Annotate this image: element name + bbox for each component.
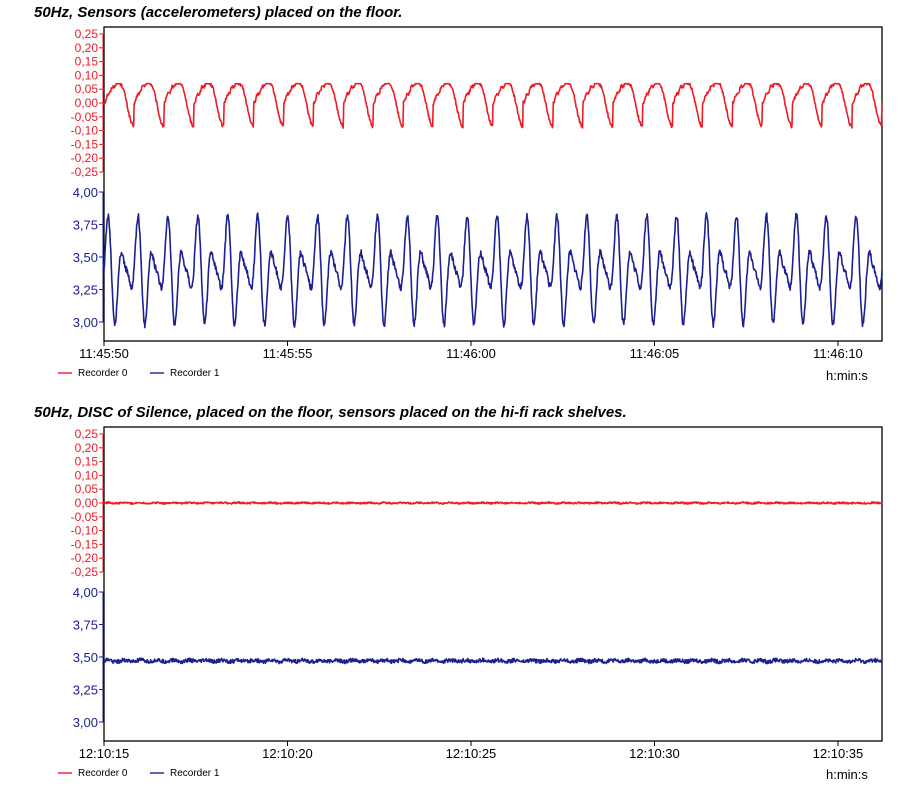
legend-label-recorder-0: Recorder 0 [78,368,128,379]
chart1-x-unit: h:min:s [826,368,868,383]
upper-y-tick-label: 0,25 [75,427,99,441]
x-tick-label: 11:45:50 [79,346,129,361]
upper-y-tick-label: 0,00 [75,496,99,510]
upper-y-tick-label: -0,15 [71,137,99,151]
x-tick-label: 11:45:55 [263,346,313,361]
upper-y-tick-label: 0,20 [75,441,99,455]
upper-y-tick-label: -0,25 [71,165,99,179]
upper-y-tick-label: -0,10 [71,524,99,538]
upper-y-tick-label: 0,15 [75,55,99,69]
x-tick-label: 11:46:05 [630,346,680,361]
upper-y-tick-label: 0,15 [75,455,99,469]
upper-y-tick-label: -0,20 [71,551,99,565]
lower-y-tick-label: 3,00 [73,315,98,330]
upper-y-tick-label: 0,20 [75,41,99,55]
upper-y-tick-label: -0,15 [71,537,99,551]
lower-y-tick-label: 3,75 [73,618,98,633]
legend-label-recorder-1: Recorder 1 [170,768,220,779]
plot-frame [103,26,883,342]
legend-label-recorder-1: Recorder 1 [170,368,220,379]
upper-y-tick-label: -0,20 [71,151,99,165]
lower-y-tick-label: 4,00 [73,585,98,600]
lower-y-tick-label: 4,00 [73,185,98,200]
upper-y-tick-label: 0,25 [75,27,99,41]
chart1: 0,250,200,150,100,050,00-0,05-0,10-0,15-… [58,26,883,379]
upper-y-tick-label: -0,05 [71,110,99,124]
upper-y-tick-label: 0,10 [75,468,99,482]
x-tick-label: 12:10:35 [813,746,864,761]
series-line-recorder-1 [103,212,883,329]
lower-y-tick-label: 3,00 [73,715,98,730]
upper-y-tick-label: 0,05 [75,482,99,496]
legend-label-recorder-0: Recorder 0 [78,768,128,779]
lower-y-tick-label: 3,75 [73,218,98,233]
lower-y-tick-label: 3,25 [73,283,98,298]
lower-y-tick-label: 3,50 [73,650,98,665]
lower-y-tick-label: 3,25 [73,683,98,698]
x-tick-label: 11:46:10 [813,346,863,361]
x-tick-label: 12:10:20 [262,746,313,761]
series-line-recorder-0 [103,501,883,505]
x-tick-label: 11:46:00 [446,346,496,361]
upper-y-tick-label: -0,25 [71,565,99,579]
chart2: 0,250,200,150,100,050,00-0,05-0,10-0,15-… [58,426,883,779]
upper-y-tick-label: 0,10 [75,68,99,82]
x-tick-label: 12:10:15 [79,746,130,761]
series-line-recorder-1 [103,657,883,665]
upper-y-tick-label: 0,05 [75,82,99,96]
series-line-recorder-0 [103,82,883,129]
upper-y-tick-label: -0,05 [71,510,99,524]
upper-y-tick-label: 0,00 [75,96,99,110]
chart2-x-unit: h:min:s [826,767,868,782]
x-tick-label: 12:10:25 [446,746,497,761]
lower-y-tick-label: 3,50 [73,250,98,265]
upper-y-tick-label: -0,10 [71,124,99,138]
x-tick-label: 12:10:30 [629,746,680,761]
plot-frame [103,426,883,742]
